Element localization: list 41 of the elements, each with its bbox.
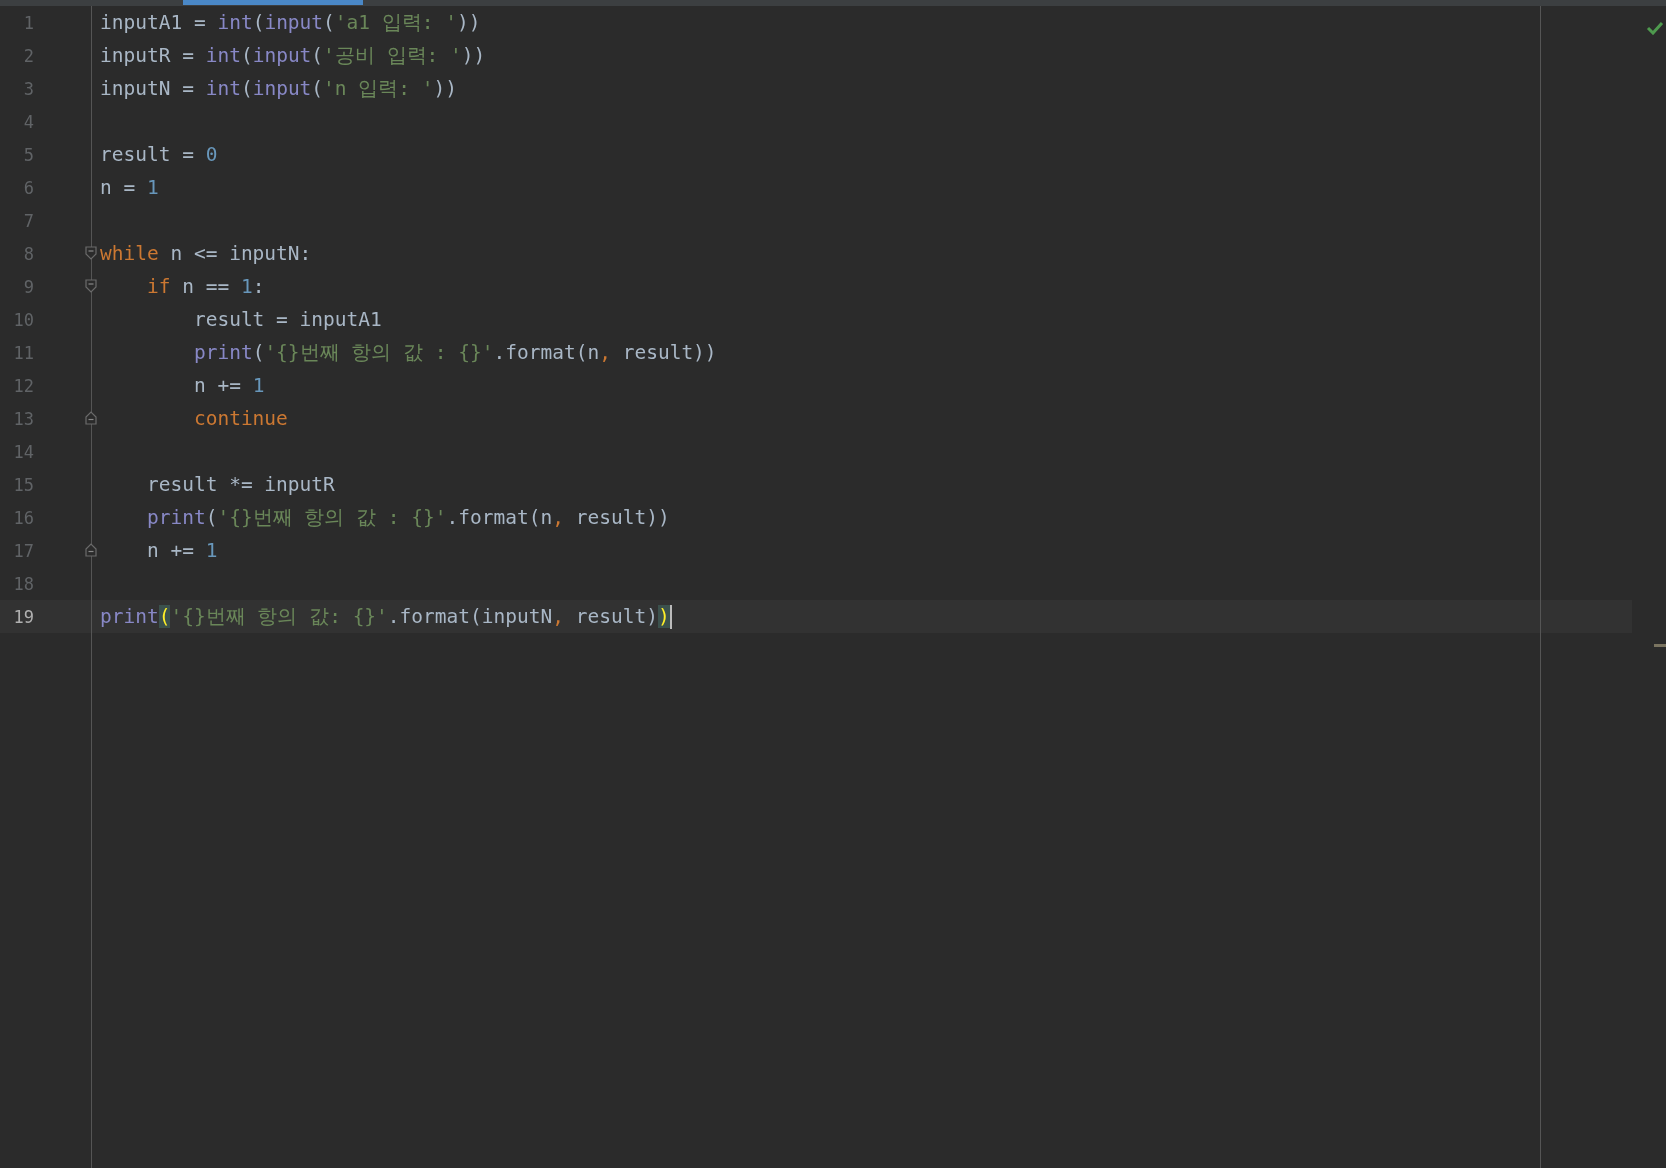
code-line: print('{}번째 항의 값 : {}'.format(n, result)): [192, 340, 717, 366]
line-number: 14: [12, 441, 34, 462]
code-line: result *= inputR: [145, 473, 335, 496]
code-line: inputR = int(input('공비 입력: ')): [100, 43, 486, 69]
code-line: result = 0: [100, 143, 218, 166]
line-number: 6: [22, 177, 34, 198]
line-number: 5: [22, 144, 34, 165]
line-number: 10: [12, 309, 34, 330]
code-line: n += 1: [192, 374, 265, 397]
code-line: n = 1: [100, 176, 159, 199]
code-line: while n <= inputN:: [100, 242, 312, 265]
code-line: n += 1: [145, 539, 218, 562]
line-number: 4: [22, 111, 34, 132]
line-number: 16: [12, 507, 34, 528]
code-line: continue: [192, 407, 288, 430]
line-number: 15: [12, 474, 34, 495]
line-number: 19: [12, 606, 34, 627]
line-number: 7: [22, 210, 34, 231]
line-number: 9: [22, 276, 34, 297]
line-number: 13: [12, 408, 34, 429]
line-number: 1: [22, 12, 34, 33]
code-line: inputN = int(input('n 입력: ')): [100, 76, 458, 102]
line-number: 18: [12, 573, 34, 594]
line-number: 8: [22, 243, 34, 264]
code-line: print('{}번째 항의 값: {}'.format(inputN, result)): [100, 604, 670, 630]
text-cursor: [669, 604, 672, 629]
code-line: print('{}번째 항의 값 : {}'.format(n, result)): [145, 505, 670, 531]
line-number: 12: [12, 375, 34, 396]
line-number: 2: [22, 45, 34, 66]
fold-icon[interactable]: [85, 246, 97, 260]
line-number: 3: [22, 78, 34, 99]
code-line: result = inputA1: [192, 308, 382, 331]
check-icon[interactable]: [1646, 21, 1664, 35]
code-line: if n == 1:: [145, 275, 265, 298]
line-number: 11: [12, 342, 34, 363]
warning-marker[interactable]: [1654, 644, 1666, 647]
fold-icon[interactable]: [85, 279, 97, 293]
fold-icon[interactable]: [85, 411, 97, 425]
fold-icon[interactable]: [85, 543, 97, 557]
code-line: inputA1 = int(input('a1 입력: ')): [100, 10, 481, 36]
line-number: 17: [12, 540, 34, 561]
